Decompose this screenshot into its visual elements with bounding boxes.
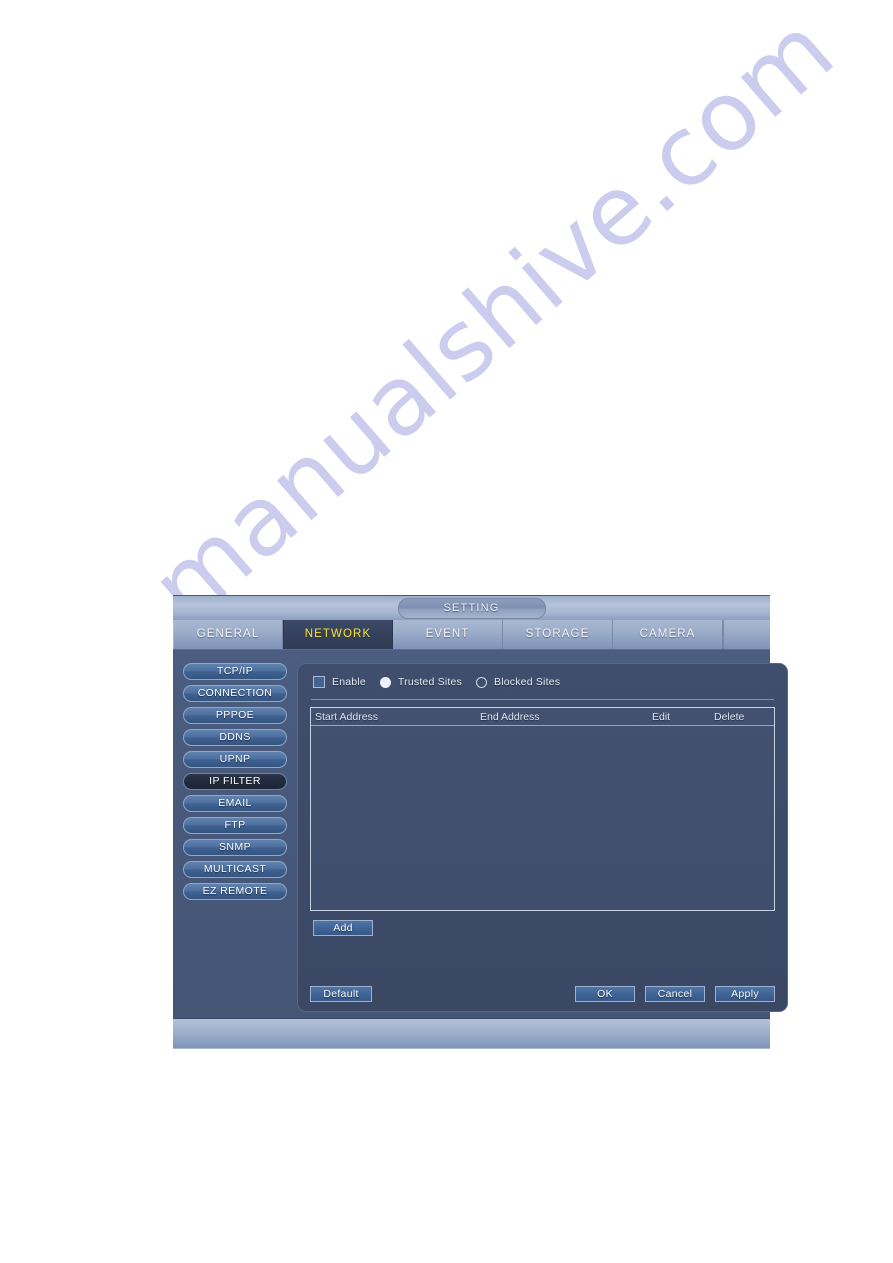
footer-actions: OK Cancel Apply [575,986,775,1002]
tab-camera[interactable]: CAMERA [613,620,723,649]
sidebar-item-email[interactable]: EMAIL [183,795,287,812]
table-header-row: Start Address End Address Edit Delete [311,708,774,726]
dialog-footer-bar [173,1018,770,1049]
blocked-sites-radio[interactable] [475,676,487,688]
sidebar-item-ez-remote[interactable]: EZ REMOTE [183,883,287,900]
tab-bar: GENERAL NETWORK EVENT STORAGE CAMERA [173,620,770,650]
panel-footer: Default OK Cancel Apply [310,986,775,1002]
setting-dialog: SETTING GENERAL NETWORK EVENT STORAGE CA… [173,595,788,1049]
sidebar-item-multicast[interactable]: MULTICAST [183,861,287,878]
sidebar-item-pppoe[interactable]: PPPOE [183,707,287,724]
column-delete: Delete [714,710,745,723]
column-end-address: End Address [480,710,540,723]
tab-bar-filler [723,620,770,649]
sidebar-item-connection[interactable]: CONNECTION [183,685,287,702]
sidebar-item-ip-filter[interactable]: IP FILTER [183,773,287,790]
dialog-titlebar: SETTING [173,595,770,620]
sidebar-item-ftp[interactable]: FTP [183,817,287,834]
watermark-text: manualshive.com [130,0,856,645]
network-submenu: TCP/IP CONNECTION PPPOE DDNS UPNP IP FIL… [183,663,287,1012]
tab-storage[interactable]: STORAGE [503,620,613,649]
enable-label: Enable [332,676,366,688]
sidebar-item-upnp[interactable]: UPNP [183,751,287,768]
sidebar-item-tcpip[interactable]: TCP/IP [183,663,287,680]
add-button[interactable]: Add [313,920,373,936]
table-body[interactable] [311,726,774,911]
dialog-body: TCP/IP CONNECTION PPPOE DDNS UPNP IP FIL… [173,650,788,1018]
cancel-button[interactable]: Cancel [645,986,705,1002]
tab-event[interactable]: EVENT [393,620,503,649]
tab-general[interactable]: GENERAL [173,620,283,649]
filter-options-row: Enable Trusted Sites Blocked Sites [310,673,775,691]
default-button[interactable]: Default [310,986,372,1002]
tab-network[interactable]: NETWORK [283,620,393,649]
enable-checkbox[interactable] [313,676,325,688]
add-button-row: Add [310,918,775,936]
sidebar-item-ddns[interactable]: DDNS [183,729,287,746]
ip-filter-panel: Enable Trusted Sites Blocked Sites Start… [297,663,788,1012]
apply-button[interactable]: Apply [715,986,775,1002]
trusted-sites-radio[interactable] [379,676,391,688]
ip-filter-table: Start Address End Address Edit Delete [310,707,775,911]
blocked-sites-label: Blocked Sites [493,676,561,688]
page-title: SETTING [397,598,546,619]
ok-button[interactable]: OK [575,986,635,1002]
sidebar-item-snmp[interactable]: SNMP [183,839,287,856]
column-edit: Edit [652,710,671,723]
column-start-address: Start Address [315,710,379,723]
trusted-sites-label: Trusted Sites [397,676,462,688]
panel-divider [311,699,774,700]
